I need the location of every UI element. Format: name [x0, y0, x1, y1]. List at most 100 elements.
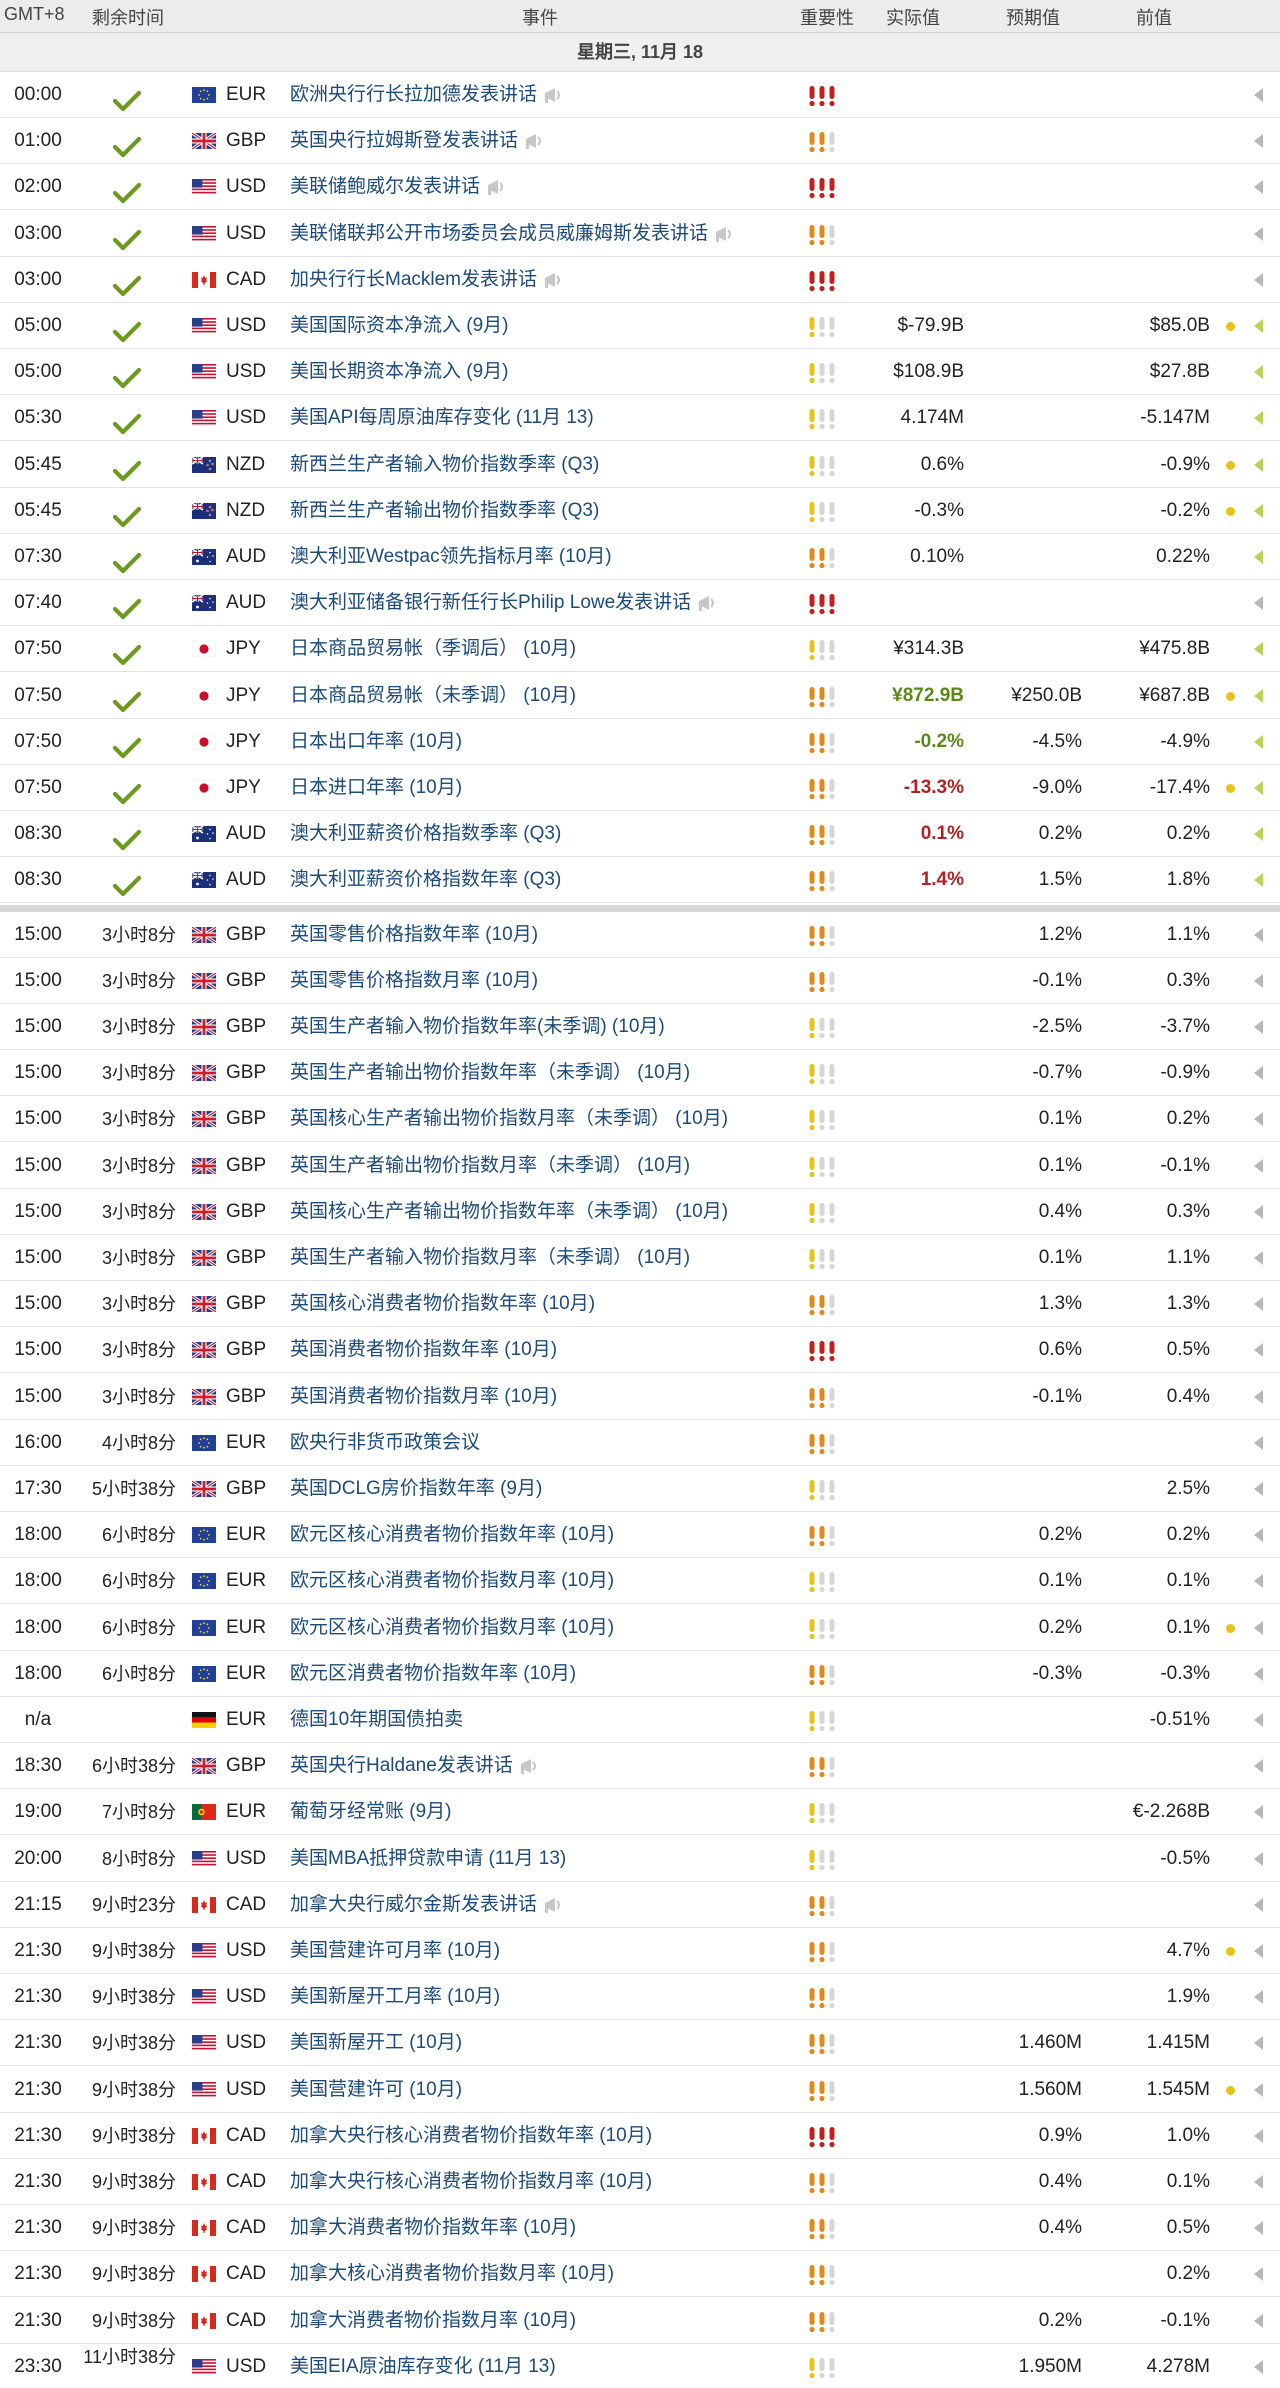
- event-name-link[interactable]: 加拿大核心消费者物价指数月率 (10月): [290, 2251, 614, 2297]
- event-row[interactable]: 18:00 6小时8分 EUR 欧元区消费者物价指数年率 (10月) -0.3% -0.3…: [0, 1650, 1280, 1697]
- expand-arrow-icon[interactable]: [1254, 688, 1263, 703]
- event-name-link[interactable]: 葡萄牙经常账 (9月): [290, 1789, 452, 1835]
- event-name-link[interactable]: 美国长期资本净流入 (9月): [290, 349, 509, 395]
- expand-arrow-icon[interactable]: [1254, 1897, 1263, 1912]
- event-row[interactable]: 08:30 AUD 澳大利亚薪资价格指数季率 (Q3) 0.1% 0.2% 0.2%: [0, 811, 1280, 858]
- event-row[interactable]: 05:00 USD 美国长期资本净流入 (9月) $108.9B $27.8B: [0, 349, 1280, 396]
- expand-arrow-icon[interactable]: [1254, 642, 1263, 657]
- event-row[interactable]: 21:30 9小时38分 CAD 加拿大消费者物价指数月率 (10月) 0.2% -0.1…: [0, 2297, 1280, 2344]
- expand-arrow-icon[interactable]: [1254, 1297, 1263, 1312]
- event-name-link[interactable]: 美联储鲍威尔发表讲话: [290, 164, 508, 210]
- event-row[interactable]: 03:00 CAD 加央行行长Macklem发表讲话: [0, 256, 1280, 303]
- event-name-link[interactable]: 欧元区核心消费者物价指数月率 (10月): [290, 1558, 614, 1604]
- expand-arrow-icon[interactable]: [1254, 2128, 1263, 2143]
- event-row[interactable]: 16:00 4小时8分 EUR 欧央行非货币政策会议: [0, 1419, 1280, 1466]
- expand-arrow-icon[interactable]: [1254, 1389, 1263, 1404]
- event-name-link[interactable]: 美国MBA抵押贷款申请 (11月 13): [290, 1836, 566, 1882]
- event-row[interactable]: 21:30 9小时38分 CAD 加拿大央行核心消费者物价指数年率 (10月) 0.9%…: [0, 2112, 1280, 2159]
- event-row[interactable]: 15:00 3小时8分 GBP 英国核心消费者物价指数年率 (10月) 1.3% 1.3%: [0, 1281, 1280, 1328]
- event-row[interactable]: 15:00 3小时8分 GBP 英国消费者物价指数年率 (10月) 0.6% 0.5%: [0, 1327, 1280, 1374]
- expand-arrow-icon[interactable]: [1254, 2036, 1263, 2051]
- expand-arrow-icon[interactable]: [1254, 734, 1263, 749]
- event-name-link[interactable]: 欧元区核心消费者物价指数年率 (10月): [290, 1512, 614, 1558]
- expand-arrow-icon[interactable]: [1254, 1158, 1263, 1173]
- event-name-link[interactable]: 美国营建许可 (10月): [290, 2067, 462, 2113]
- event-row[interactable]: 21:30 9小时38分 CAD 加拿大消费者物价指数年率 (10月) 0.4% 0.5%: [0, 2205, 1280, 2252]
- event-row[interactable]: 07:50 JPY 日本出口年率 (10月) -0.2% -4.5% -4.9%: [0, 718, 1280, 765]
- expand-arrow-icon[interactable]: [1254, 1343, 1263, 1358]
- expand-arrow-icon[interactable]: [1254, 1112, 1263, 1127]
- event-row[interactable]: 07:50 JPY 日本商品贸易帐（季调后） (10月) ¥314.3B ¥475.8B: [0, 626, 1280, 673]
- event-name-link[interactable]: 美国新屋开工月率 (10月): [290, 1974, 500, 2020]
- event-row[interactable]: 19:00 7小时8分 EUR 葡萄牙经常账 (9月) €-2.268B: [0, 1789, 1280, 1836]
- event-row[interactable]: 18:00 6小时8分 EUR 欧元区核心消费者物价指数月率 (10月) 0.2% 0.1…: [0, 1604, 1280, 1651]
- event-name-link[interactable]: 英国生产者输入物价指数年率(未季调) (10月): [290, 1004, 665, 1050]
- header-timezone[interactable]: GMT+8: [4, 4, 65, 25]
- expand-arrow-icon[interactable]: [1254, 2221, 1263, 2236]
- event-name-link[interactable]: 加拿大消费者物价指数年率 (10月): [290, 2205, 576, 2251]
- event-row[interactable]: 21:30 9小时38分 CAD 加拿大央行核心消费者物价指数月率 (10月) 0.4%…: [0, 2159, 1280, 2205]
- expand-arrow-icon[interactable]: [1254, 2267, 1263, 2282]
- event-name-link[interactable]: 英国生产者输入物价指数月率（未季调） (10月): [290, 1235, 690, 1281]
- event-row[interactable]: 15:00 3小时8分 GBP 英国核心生产者输出物价指数月率（未季调） (10月) 0…: [0, 1096, 1280, 1143]
- expand-arrow-icon[interactable]: [1254, 1805, 1263, 1820]
- event-name-link[interactable]: 澳大利亚薪资价格指数季率 (Q3): [290, 811, 561, 857]
- event-name-link[interactable]: 英国零售价格指数年率 (10月): [290, 912, 538, 958]
- expand-arrow-icon[interactable]: [1254, 827, 1263, 842]
- event-row[interactable]: 21:15 9小时23分 CAD 加拿大央行威尔金斯发表讲话: [0, 1881, 1280, 1928]
- event-row[interactable]: 08:30 AUD 澳大利亚薪资价格指数年率 (Q3) 1.4% 1.5% 1.8%: [0, 857, 1280, 904]
- expand-arrow-icon[interactable]: [1254, 1251, 1263, 1265]
- event-row[interactable]: 05:45 NZD 新西兰生产者输出物价指数季率 (Q3) -0.3% -0.2%: [0, 487, 1280, 534]
- event-name-link[interactable]: 美国EIA原油库存变化 (11月 13): [290, 2344, 556, 2388]
- event-name-link[interactable]: 加央行行长Macklem发表讲话: [290, 257, 565, 303]
- expand-arrow-icon[interactable]: [1254, 1435, 1263, 1450]
- event-name-link[interactable]: 英国生产者输出物价指数年率（未季调） (10月): [290, 1050, 690, 1096]
- event-row[interactable]: 18:30 6小时38分 GBP 英国央行Haldane发表讲话: [0, 1743, 1280, 1790]
- event-name-link[interactable]: 新西兰生产者输入物价指数季率 (Q3): [290, 442, 599, 488]
- event-row[interactable]: 15:00 3小时8分 GBP 英国核心生产者输出物价指数年率（未季调） (10月) 0…: [0, 1188, 1280, 1235]
- event-row[interactable]: 05:30 USD 美国API每周原油库存变化 (11月 13) 4.174M -5.1…: [0, 395, 1280, 442]
- expand-arrow-icon[interactable]: [1254, 1851, 1263, 1866]
- event-row[interactable]: 02:00 USD 美联储鲍威尔发表讲话: [0, 164, 1280, 211]
- event-name-link[interactable]: 英国零售价格指数月率 (10月): [290, 958, 538, 1004]
- expand-arrow-icon[interactable]: [1254, 550, 1263, 564]
- event-row[interactable]: 03:00 USD 美联储联邦公开市场委员会成员威廉姆斯发表讲话: [0, 210, 1280, 257]
- event-name-link[interactable]: 英国消费者物价指数年率 (10月): [290, 1327, 557, 1373]
- event-row[interactable]: n/a EUR 德国10年期国债拍卖 -0.51%: [0, 1697, 1280, 1743]
- event-name-link[interactable]: 澳大利亚薪资价格指数年率 (Q3): [290, 857, 561, 903]
- event-row[interactable]: 05:00 USD 美国国际资本净流入 (9月) $-79.9B $85.0B: [0, 303, 1280, 349]
- event-name-link[interactable]: 日本出口年率 (10月): [290, 719, 462, 765]
- expand-arrow-icon[interactable]: [1254, 2175, 1263, 2189]
- expand-arrow-icon[interactable]: [1254, 503, 1263, 518]
- event-name-link[interactable]: 英国DCLG房价指数年率 (9月): [290, 1466, 542, 1512]
- event-row[interactable]: 15:00 3小时8分 GBP 英国消费者物价指数月率 (10月) -0.1% 0.4%: [0, 1373, 1280, 1420]
- expand-arrow-icon[interactable]: [1254, 1482, 1263, 1496]
- event-name-link[interactable]: 英国央行Haldane发表讲话: [290, 1743, 541, 1789]
- expand-arrow-icon[interactable]: [1254, 1020, 1263, 1034]
- event-name-link[interactable]: 英国消费者物价指数月率 (10月): [290, 1374, 557, 1420]
- expand-arrow-icon[interactable]: [1254, 180, 1263, 195]
- expand-arrow-icon[interactable]: [1254, 2359, 1263, 2374]
- event-name-link[interactable]: 英国央行拉姆斯登发表讲话: [290, 118, 546, 164]
- event-name-link[interactable]: 美联储联邦公开市场委员会成员威廉姆斯发表讲话: [290, 211, 736, 257]
- expand-arrow-icon[interactable]: [1254, 1574, 1263, 1589]
- event-row[interactable]: 15:00 3小时8分 GBP 英国生产者输入物价指数月率（未季调） (10月) 0.1…: [0, 1235, 1280, 1281]
- expand-arrow-icon[interactable]: [1254, 134, 1263, 149]
- event-name-link[interactable]: 美国API每周原油库存变化 (11月 13): [290, 395, 594, 441]
- event-row[interactable]: 07:30 AUD 澳大利亚Westpac领先指标月率 (10月) 0.10% 0.22…: [0, 534, 1280, 580]
- event-row[interactable]: 18:00 6小时8分 EUR 欧元区核心消费者物价指数月率 (10月) 0.1% 0.1…: [0, 1558, 1280, 1605]
- event-row[interactable]: 15:00 3小时8分 GBP 英国生产者输入物价指数年率(未季调) (10月) -2.…: [0, 1004, 1280, 1050]
- expand-arrow-icon[interactable]: [1254, 365, 1263, 380]
- expand-arrow-icon[interactable]: [1254, 1620, 1263, 1635]
- expand-arrow-icon[interactable]: [1254, 1990, 1263, 2005]
- event-name-link[interactable]: 澳大利亚Westpac领先指标月率 (10月): [290, 534, 612, 580]
- expand-arrow-icon[interactable]: [1254, 1759, 1263, 1774]
- expand-arrow-icon[interactable]: [1254, 319, 1263, 333]
- event-name-link[interactable]: 日本商品贸易帐（季调后） (10月): [290, 626, 576, 672]
- event-row[interactable]: 21:30 9小时38分 USD 美国新屋开工月率 (10月) 1.9%: [0, 1974, 1280, 2021]
- event-row[interactable]: 07:50 JPY 日本进口年率 (10月) -13.3% -9.0% -17.4%: [0, 765, 1280, 811]
- event-row[interactable]: 15:00 3小时8分 GBP 英国生产者输出物价指数月率（未季调） (10月) 0.1…: [0, 1142, 1280, 1189]
- event-row[interactable]: 21:30 9小时38分 CAD 加拿大核心消费者物价指数月率 (10月) 0.2%: [0, 2251, 1280, 2298]
- event-name-link[interactable]: 德国10年期国债拍卖: [290, 1697, 463, 1743]
- event-row[interactable]: 15:00 3小时8分 GBP 英国生产者输出物价指数年率（未季调） (10月) -0.…: [0, 1050, 1280, 1097]
